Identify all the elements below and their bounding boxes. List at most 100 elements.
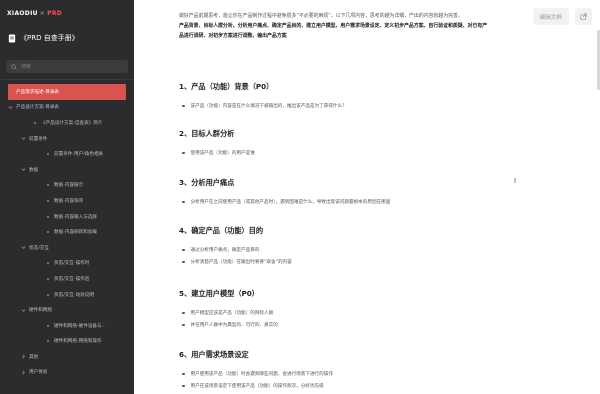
share-button[interactable] bbox=[575, 8, 592, 25]
sidebar-item-label: 产品需求描述-目录表 bbox=[16, 89, 60, 95]
sidebar-item[interactable]: 硬件和网络-硬件设备与... bbox=[0, 318, 134, 334]
section-bullet: 用户使用该产品（功能）时会遇到哪些问题，会进行场景下进行的操作 bbox=[179, 368, 539, 380]
sidebar-item[interactable]: 数据-内容输入与选择 bbox=[0, 209, 134, 225]
search-placeholder: 搜索 bbox=[21, 64, 32, 70]
sidebar-item-label: 前置条件 bbox=[29, 136, 48, 142]
bullet-dot bbox=[47, 277, 49, 280]
edit-document-button[interactable]: 编辑文档 bbox=[532, 8, 569, 25]
bullet-dot bbox=[47, 293, 49, 296]
doc-section: 6、用户需求场景设定 用户使用该产品（功能）时会遇到哪些问题，会进行场景下进行的操… bbox=[179, 350, 539, 392]
chevron-down-icon bbox=[21, 309, 26, 312]
intro-paragraph: 做好产品前期思考，能让你在产品制作过程中避免很多“不必要的麻烦”，以下几项内容，… bbox=[179, 11, 534, 41]
doc-title-text: 《PRD 自查手册》 bbox=[20, 34, 79, 42]
sidebar-item-label: 其他 bbox=[29, 354, 39, 360]
sidebar-item-label: 《产品设计方案-自查表》简介 bbox=[41, 120, 103, 126]
sidebar-item[interactable]: 数据-内容展示 bbox=[0, 178, 134, 194]
sidebar-item[interactable]: 状态/交互-动效说明 bbox=[0, 287, 134, 303]
bullet-dot bbox=[182, 151, 185, 155]
sidebar-item-label: 硬件和网络 bbox=[29, 308, 52, 314]
bullet-text: 该产品（功能）内容是在什么情况下被输出的，推出该产品是为了获得什么？ bbox=[190, 104, 347, 109]
bullet-text: 用户模型应该是产品（功能）的目标人群 bbox=[190, 311, 274, 316]
intro-line-1: 做好产品前期思考，能让你在产品制作过程中避免很多“不必要的麻烦”，以下几项内容，… bbox=[179, 13, 463, 19]
document-body: 做好产品前期思考，能让你在产品制作过程中避免很多“不必要的麻烦”，以下几项内容，… bbox=[179, 11, 534, 41]
intro-line-3: 品进行调研、对初步方案进行调整、输出产品方案 bbox=[179, 33, 287, 39]
section-bullet: 该产品（功能）内容是在什么情况下被输出的，推出该产品是为了获得什么？ bbox=[179, 100, 539, 112]
sidebar-item[interactable]: 产品设计方案-目录表 bbox=[0, 100, 134, 116]
doc-section: 2、目标人群分析使用该产品（功能）的用户是谁 bbox=[179, 129, 539, 159]
bullet-dot bbox=[47, 340, 49, 343]
section-heading: 2、目标人群分析 bbox=[179, 129, 235, 138]
brand-product: PRD bbox=[47, 9, 63, 17]
search-input[interactable]: 搜索 bbox=[6, 60, 128, 73]
sidebar-item[interactable]: 产品需求描述-目录表 bbox=[8, 84, 126, 100]
bullet-dot bbox=[182, 260, 185, 264]
sidebar-item[interactable]: 硬件和网络 bbox=[0, 302, 134, 318]
toolbar: 编辑文档 bbox=[532, 8, 592, 25]
bullet-dot bbox=[47, 324, 49, 327]
sidebar-item[interactable]: 用户体验 bbox=[0, 365, 134, 381]
bullet-text: 用户使用该产品（功能）时会遇到哪些问题，会进行场景下进行的操作 bbox=[190, 372, 333, 377]
bullet-dot bbox=[182, 384, 185, 388]
section-bullet: 使用该产品（功能）的用户是谁 bbox=[179, 147, 539, 159]
bullet-dot bbox=[47, 231, 49, 234]
intro-line-2: 产品背景、目标人群分析、分析用户痛点、确定产品目的、建立用户模型、用户需求场景设… bbox=[179, 23, 488, 29]
search-icon bbox=[11, 63, 17, 70]
bullet-dot bbox=[182, 372, 185, 376]
bullet-dot bbox=[182, 311, 185, 315]
bullet-dot bbox=[182, 104, 185, 108]
brand-separator: × bbox=[39, 9, 46, 17]
doc-section: 1、产品（功能）背景（P0） 该产品（功能）内容是在什么情况下被输出的，推出该产品… bbox=[179, 82, 539, 112]
bullet-text: 并在用户人群中为典型的、可行的、真实的 bbox=[190, 323, 278, 328]
bullet-dot bbox=[182, 248, 185, 252]
sidebar-item-label: 用户体验 bbox=[29, 370, 48, 376]
doc-section: 5、建立用户模型（P0） 用户模型应该是产品（功能）的目标人群 并在用户人群中为典型… bbox=[179, 289, 539, 331]
bullet-text: 分析清楚产品（功能）在输出时要要“取舍”的内容 bbox=[190, 260, 292, 265]
sidebar-item-label: 前置条件-用户/角色相关 bbox=[54, 152, 104, 158]
bullet-text: 用户在该场景设定下使用该产品（功能）的操作频次，分好优先级 bbox=[190, 384, 324, 389]
bullet-dot bbox=[47, 199, 49, 202]
sidebar-item-label: 数据-内容输入与选择 bbox=[54, 214, 98, 220]
share-icon bbox=[580, 13, 587, 20]
sidebar-item[interactable]: 数据-内容刷新和加载 bbox=[0, 224, 134, 240]
sidebar-item-label: 状态/交互-操作时 bbox=[54, 261, 90, 267]
sidebar-item[interactable]: 数据 bbox=[0, 162, 134, 178]
doc-title[interactable]: 《PRD 自查手册》 bbox=[0, 26, 134, 50]
bullet-dot bbox=[47, 184, 49, 187]
brand-logo[interactable]: XIAODIU × PRD bbox=[0, 0, 134, 26]
sidebar-item[interactable]: 状态/交互-操作后 bbox=[0, 271, 134, 287]
sidebar-item[interactable]: 前置条件-用户/角色相关 bbox=[0, 146, 134, 162]
sidebar: XIAODIU × PRD 《PRD 自查手册》 搜索 产品需求描述-目录表产品… bbox=[0, 0, 134, 394]
sidebar-divider bbox=[0, 79, 134, 80]
chevron-right-icon bbox=[22, 370, 25, 375]
sidebar-item-label: 数据 bbox=[29, 167, 39, 173]
sidebar-item[interactable]: 数据-内容排序 bbox=[0, 193, 134, 209]
doc-section: 3、分析用户痛点 分析用户在之前使用产品（或其他产品时），遇到困难是什么，导致出现… bbox=[179, 178, 539, 208]
sidebar-item-label: 状态/交互-操作后 bbox=[54, 276, 90, 282]
section-heading: 1、产品（功能）背景（P0） bbox=[179, 82, 274, 91]
sidebar-item-label: 数据-内容刷新和加载 bbox=[54, 230, 98, 236]
section-bullet: 用户模型应该是产品（功能）的目标人群 bbox=[179, 307, 539, 319]
bullet-dot bbox=[34, 121, 36, 124]
sidebar-item[interactable]: 状态/交互 bbox=[0, 240, 134, 256]
bullet-text: 通过分析用户痛点，确定产品目的 bbox=[190, 248, 260, 253]
sidebar-item[interactable]: 硬件和网络-网络和操作 bbox=[0, 334, 134, 350]
bullet-text: 分析用户在之前使用产品（或其他产品时），遇到困难是什么，导致出现该问题最根本的原… bbox=[190, 200, 391, 205]
sidebar-item-label: 硬件和网络-硬件设备与... bbox=[54, 323, 106, 329]
sidebar-item-label: 数据-内容展示 bbox=[54, 183, 84, 189]
sidebar-item-label: 状态/交互 bbox=[29, 245, 49, 251]
sidebar-item[interactable]: 其他 bbox=[0, 349, 134, 365]
section-bullet: 分析清楚产品（功能）在输出时要要“取舍”的内容 bbox=[179, 256, 539, 268]
sidebar-item[interactable]: 前置条件 bbox=[0, 131, 134, 147]
main-content: 编辑文档 做好产品前期思考，能让你在产品制作过程中避免很多“不必要的麻烦”，以下… bbox=[134, 0, 600, 394]
sidebar-item-label: 硬件和网络-网络和操作 bbox=[54, 339, 102, 345]
chevron-down-icon bbox=[8, 106, 13, 109]
bullet-dot bbox=[47, 262, 49, 265]
sidebar-item-label: 数据-内容排序 bbox=[54, 198, 84, 204]
sidebar-item[interactable]: 状态/交互-操作时 bbox=[0, 256, 134, 272]
section-heading: 4、确定产品（功能）目的 bbox=[179, 226, 264, 235]
chevron-down-icon bbox=[21, 168, 26, 172]
bullet-dot bbox=[182, 323, 185, 327]
bullet-text: 使用该产品（功能）的用户是谁 bbox=[190, 151, 255, 156]
sidebar-item[interactable]: 《产品设计方案-自查表》简介 bbox=[0, 115, 134, 131]
text-cursor-icon: I bbox=[514, 177, 517, 185]
